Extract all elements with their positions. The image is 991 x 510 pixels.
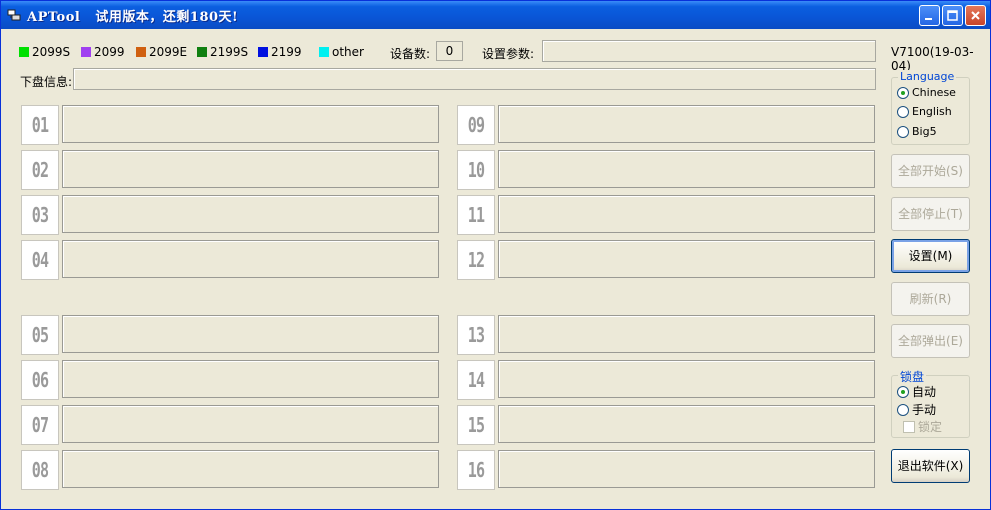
legend-swatch — [81, 47, 91, 57]
language-option-label: Chinese — [912, 86, 956, 99]
language-option-english[interactable]: English — [897, 105, 952, 118]
radio-icon — [897, 105, 909, 118]
legend-item-2099s: 2099S — [19, 45, 70, 59]
slot-number-15: 15 — [457, 405, 495, 445]
radio-selected-icon — [897, 385, 909, 398]
slot-status-09[interactable] — [498, 105, 875, 143]
slot-status-02[interactable] — [62, 150, 439, 188]
lock-checkbox-label: 锁定 — [918, 420, 943, 434]
app-icon — [7, 9, 21, 21]
close-icon — [971, 11, 980, 20]
slot-status-04[interactable] — [62, 240, 439, 278]
language-group: Language Chinese English Big5 — [891, 70, 970, 145]
device-count-label: 设备数: — [390, 47, 431, 61]
maximize-icon — [947, 10, 958, 21]
slot-number-13: 13 — [457, 315, 495, 355]
legend-label: 2099 — [94, 45, 125, 59]
legend-item-other: other — [319, 45, 364, 59]
slot-status-08[interactable] — [62, 450, 439, 488]
eject-all-button[interactable]: 全部弹出(E) — [891, 324, 970, 358]
language-option-chinese[interactable]: Chinese — [897, 86, 956, 99]
slot-status-11[interactable] — [498, 195, 875, 233]
legend-label: 2099S — [32, 45, 71, 59]
device-params-field[interactable] — [542, 40, 876, 62]
slot-status-13[interactable] — [498, 315, 875, 353]
slot-status-14[interactable] — [498, 360, 875, 398]
slot-number-03: 03 — [21, 195, 59, 235]
radio-icon — [897, 125, 909, 138]
language-group-title: Language — [898, 70, 957, 83]
window-title: APTool 试用版本，还剩180天! — [27, 10, 239, 25]
checkbox-icon — [903, 420, 915, 433]
lock-option-manual[interactable]: 手动 — [897, 401, 936, 418]
slot-number-01: 01 — [21, 105, 59, 145]
language-option-label: English — [912, 105, 952, 118]
legend-swatch — [258, 47, 268, 57]
app-window: APTool 试用版本，还剩180天! 2099S 2099 2099E 219… — [0, 0, 991, 510]
legend-swatch — [136, 47, 146, 57]
slot-status-10[interactable] — [498, 150, 875, 188]
slot-status-15[interactable] — [498, 405, 875, 443]
slot-number-08: 08 — [21, 450, 59, 490]
legend-item-2199: 2199 — [258, 45, 302, 59]
device-params-label: 设置参数: — [482, 47, 535, 61]
slot-number-02: 02 — [21, 150, 59, 190]
title-bar[interactable]: APTool 试用版本，还剩180天! — [1, 1, 990, 29]
maximize-button[interactable] — [942, 5, 963, 26]
legend-label: other — [332, 45, 364, 59]
exit-button[interactable]: 退出软件(X) — [891, 449, 970, 483]
version-label: V7100(19-03-04) — [891, 45, 974, 73]
legend-label: 2099E — [149, 45, 188, 59]
slot-number-10: 10 — [457, 150, 495, 190]
slot-number-06: 06 — [21, 360, 59, 400]
legend-swatch — [197, 47, 207, 57]
settings-button[interactable]: 设置(M) — [891, 239, 970, 273]
lock-group: 锁盘 自动 手动 锁定 — [891, 368, 970, 438]
slot-number-05: 05 — [21, 315, 59, 355]
slot-number-11: 11 — [457, 195, 495, 235]
start-all-button[interactable]: 全部开始(S) — [891, 154, 970, 188]
radio-selected-icon — [897, 86, 909, 99]
language-option-label: Big5 — [912, 125, 937, 138]
close-button[interactable] — [965, 5, 986, 26]
legend-label: 2199S — [210, 45, 249, 59]
stop-all-button[interactable]: 全部停止(T) — [891, 197, 970, 231]
download-info-label: 下盘信息: — [20, 75, 73, 89]
lock-option-auto[interactable]: 自动 — [897, 383, 936, 400]
legend-label: 2199 — [271, 45, 302, 59]
slot-status-05[interactable] — [62, 315, 439, 353]
minimize-button[interactable] — [919, 5, 940, 26]
lock-option-label: 手动 — [912, 403, 937, 417]
slot-status-16[interactable] — [498, 450, 875, 488]
slot-number-14: 14 — [457, 360, 495, 400]
slot-number-12: 12 — [457, 240, 495, 280]
slot-status-12[interactable] — [498, 240, 875, 278]
language-option-big5[interactable]: Big5 — [897, 125, 937, 138]
device-count-value: 0 — [436, 41, 463, 61]
slot-status-06[interactable] — [62, 360, 439, 398]
legend-item-2199s: 2199S — [197, 45, 248, 59]
legend-swatch — [319, 47, 329, 57]
slot-status-03[interactable] — [62, 195, 439, 233]
legend-swatch — [19, 47, 29, 57]
lock-option-label: 自动 — [912, 385, 937, 399]
download-info-field[interactable] — [73, 68, 876, 90]
legend-item-2099e: 2099E — [136, 45, 187, 59]
slot-status-07[interactable] — [62, 405, 439, 443]
legend-item-2099: 2099 — [81, 45, 125, 59]
refresh-button[interactable]: 刷新(R) — [891, 282, 970, 316]
slot-number-16: 16 — [457, 450, 495, 490]
lock-checkbox[interactable]: 锁定 — [903, 418, 942, 435]
radio-icon — [897, 403, 909, 416]
slot-number-09: 09 — [457, 105, 495, 145]
minimize-icon — [925, 18, 932, 20]
slot-status-01[interactable] — [62, 105, 439, 143]
slot-number-04: 04 — [21, 240, 59, 280]
slot-number-07: 07 — [21, 405, 59, 445]
